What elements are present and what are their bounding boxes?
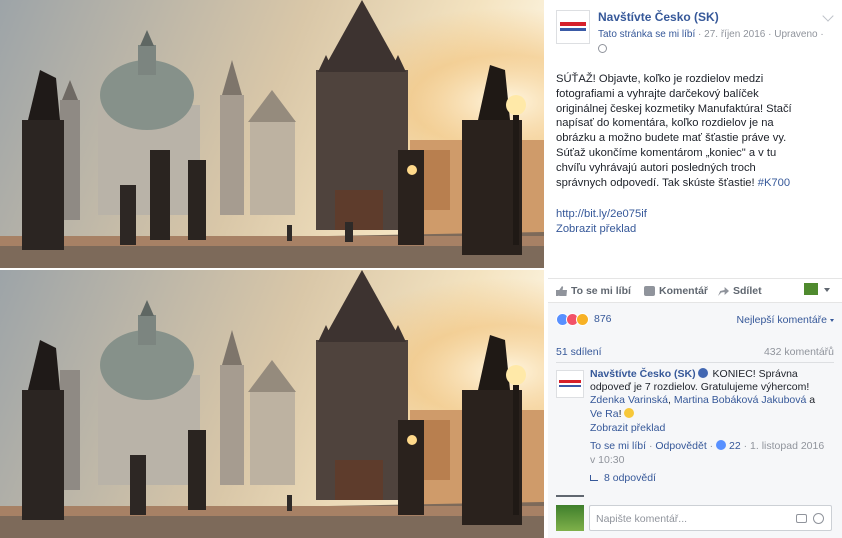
post-panel: Navštívte Česko (SK) Tato stránka se mi …	[548, 0, 842, 538]
page-name-link[interactable]: Navštívte Česko (SK)	[598, 10, 719, 24]
post-action-bar: To se mi líbí Komentář Sdílet	[548, 278, 842, 302]
comment-body: Navštívte Česko (SK) KONIEC! Správna odp…	[590, 368, 826, 421]
post-date[interactable]: 27. říjen 2016	[704, 29, 765, 40]
post-stats: 51 sdílení 432 komentářů	[556, 340, 834, 362]
mention-separator: a	[806, 394, 816, 407]
post-url-link[interactable]: http://bit.ly/2e075if	[556, 208, 647, 220]
chevron-down-icon[interactable]	[822, 10, 834, 22]
comment-button[interactable]: Komentář	[644, 285, 708, 297]
like-button[interactable]: To se mi líbí	[556, 285, 631, 297]
verified-icon	[697, 368, 708, 378]
like-icon	[556, 286, 567, 296]
comment-author-link[interactable]: Navštívte Česko (SK)	[590, 368, 696, 380]
mention-link[interactable]: Zdenka Varinská	[590, 394, 668, 406]
photo-original[interactable]	[0, 0, 544, 268]
caret-down-icon	[830, 318, 834, 322]
emoji-icon[interactable]	[813, 513, 824, 524]
mention-link[interactable]: Martina Bobáková Jakubová	[674, 394, 807, 406]
post-meta: Tato stránka se mi líbí · 27. říjen 2016…	[598, 29, 824, 40]
wow-reaction-icon	[576, 312, 589, 326]
like-badge-icon	[716, 440, 727, 450]
page-avatar[interactable]	[556, 10, 590, 44]
shares-count[interactable]: 51 sdílení	[556, 346, 602, 358]
reply-arrow-icon	[590, 475, 598, 481]
comment-like-link[interactable]: To se mi líbí	[590, 440, 646, 452]
replies-label: 8 odpovědí	[604, 472, 656, 484]
comment-punctuation: !	[618, 407, 622, 420]
divider	[556, 495, 584, 497]
divider	[556, 362, 834, 363]
share-label: Sdílet	[733, 285, 762, 297]
dot-separator: ·	[740, 440, 751, 452]
like-label: To se mi líbí	[571, 285, 631, 297]
comment-icon	[644, 286, 655, 296]
comment-sort-dropdown[interactable]: Nejlepší komentáře	[737, 314, 834, 326]
reactions-summary[interactable]: 876	[556, 311, 612, 327]
identity-avatar[interactable]	[804, 283, 818, 295]
camera-icon[interactable]	[796, 514, 807, 523]
meta-separator: ·	[817, 29, 824, 40]
view-replies-link[interactable]: 8 odpovědí	[590, 472, 656, 484]
comment-avatar[interactable]	[556, 370, 584, 398]
dot-separator: ·	[646, 440, 656, 452]
smile-emoji-icon	[624, 407, 635, 418]
charles-bridge-photo-bottom	[0, 270, 544, 538]
contest-photo-area[interactable]	[0, 0, 544, 538]
globe-icon	[598, 44, 607, 53]
user-avatar	[556, 505, 584, 531]
comment-sort-label: Nejlepší komentáře	[736, 314, 827, 326]
mention-link[interactable]: Ve Ra	[590, 408, 619, 420]
reaction-count[interactable]: 876	[594, 313, 612, 325]
comment-placeholder: Napište komentář...	[596, 513, 688, 525]
like-page-link[interactable]: Tato stránka se mi líbí	[598, 29, 695, 40]
post-header: Navštívte Česko (SK) Tato stránka se mi …	[556, 8, 836, 56]
comment-label: Komentář	[659, 285, 709, 297]
dot-separator: ·	[706, 440, 717, 452]
comments-count[interactable]: 432 komentářů	[764, 346, 834, 358]
hashtag-link[interactable]: #K700	[758, 177, 790, 189]
edited-label[interactable]: Upraveno	[774, 29, 817, 40]
meta-separator: ·	[765, 29, 775, 40]
charles-bridge-photo-top	[0, 0, 544, 268]
post-body: SÚŤAŽ! Objavte, koľko je rozdielov medzi…	[556, 73, 792, 189]
comment-actions: To se mi líbí · Odpovědět · 22 · 1. list…	[590, 440, 830, 467]
comment-reply-link[interactable]: Odpovědět	[655, 440, 706, 452]
caret-down-icon[interactable]	[824, 288, 830, 292]
comment-input[interactable]: Napište komentář...	[589, 505, 832, 531]
comment-like-count[interactable]: 22	[729, 440, 741, 452]
post-text: SÚŤAŽ! Objavte, koľko je rozdielov medzi…	[556, 72, 796, 190]
share-icon	[718, 287, 729, 296]
translate-link[interactable]: Zobrazit překlad	[556, 223, 636, 235]
comment-translate-link[interactable]: Zobrazit překlad	[590, 422, 665, 434]
meta-separator: ·	[695, 29, 705, 40]
photo-modified[interactable]	[0, 270, 544, 538]
share-button[interactable]: Sdílet	[718, 285, 762, 297]
